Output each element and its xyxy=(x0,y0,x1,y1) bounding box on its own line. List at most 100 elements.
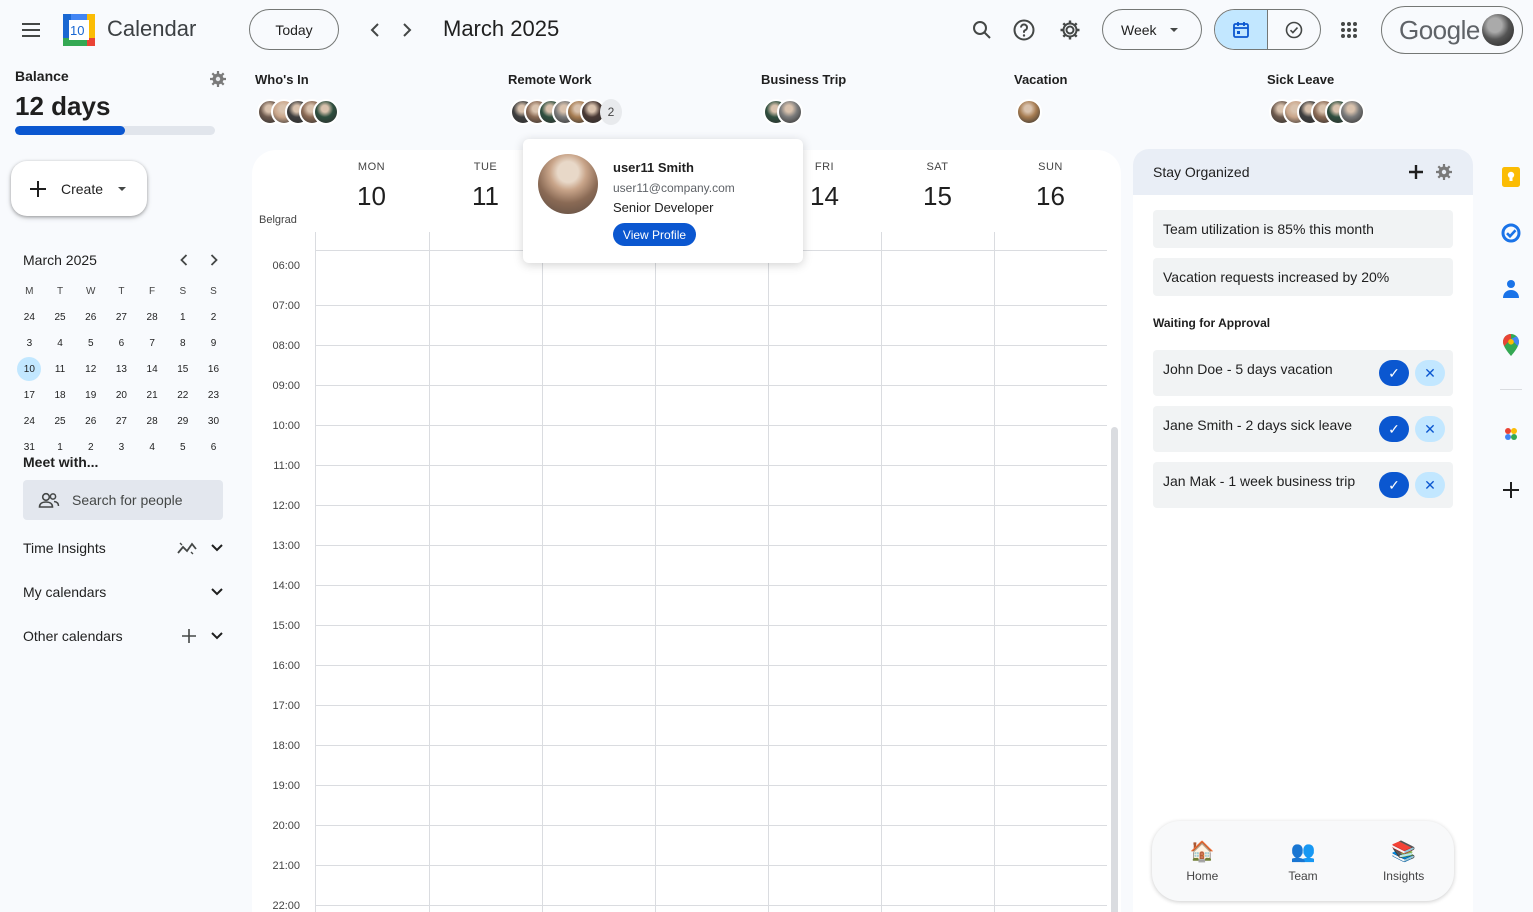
balance-label: Balance xyxy=(15,68,69,84)
nav-team[interactable]: 👥 Team xyxy=(1268,839,1338,883)
mini-calendar-day[interactable]: 12 xyxy=(75,356,106,382)
mini-calendar-day-number: 25 xyxy=(54,311,66,323)
settings-button[interactable] xyxy=(1050,10,1090,50)
search-people-input[interactable]: Search for people xyxy=(23,480,223,520)
mini-calendar-day[interactable]: 10 xyxy=(14,356,45,382)
mini-calendar-day[interactable]: 26 xyxy=(75,408,106,434)
mini-calendar-day[interactable]: 17 xyxy=(14,382,45,408)
mini-calendar-day[interactable]: 14 xyxy=(137,356,168,382)
apps-button[interactable] xyxy=(1329,10,1369,50)
mini-calendar-day-number: 26 xyxy=(85,311,97,323)
chevron-down-icon xyxy=(211,544,223,552)
mini-calendar-day[interactable]: 29 xyxy=(167,408,198,434)
mini-calendar-day[interactable]: 5 xyxy=(167,434,198,460)
my-calendars-row[interactable]: My calendars xyxy=(23,584,223,600)
mini-calendar-day-number: 14 xyxy=(146,363,158,375)
mini-calendar-day[interactable]: 16 xyxy=(198,356,229,382)
mini-calendar-day[interactable]: 27 xyxy=(106,304,137,330)
mini-calendar-day[interactable]: 4 xyxy=(45,330,76,356)
mini-calendar-day[interactable]: 8 xyxy=(167,330,198,356)
mini-calendar-day[interactable]: 15 xyxy=(167,356,198,382)
avatar[interactable] xyxy=(1016,99,1042,125)
avatar-stack[interactable] xyxy=(761,99,846,125)
mini-calendar-day[interactable]: 13 xyxy=(106,356,137,382)
mini-calendar-day[interactable]: 4 xyxy=(137,434,168,460)
mini-calendar-day[interactable]: 19 xyxy=(75,382,106,408)
mini-calendar-day[interactable]: 28 xyxy=(137,304,168,330)
nav-home[interactable]: 🏠 Home xyxy=(1167,839,1237,883)
avatar[interactable] xyxy=(1339,99,1365,125)
create-button[interactable]: Create xyxy=(11,161,147,216)
mini-calendar-day[interactable]: 11 xyxy=(45,356,76,382)
addon-app-button[interactable] xyxy=(1500,423,1522,445)
mini-calendar-day[interactable]: 2 xyxy=(198,304,229,330)
profile-role: Senior Developer xyxy=(613,200,714,215)
reject-button[interactable]: ✕ xyxy=(1415,360,1445,386)
mini-calendar-day[interactable]: 6 xyxy=(198,434,229,460)
mini-calendar-day[interactable]: 20 xyxy=(106,382,137,408)
avatar-stack[interactable] xyxy=(1014,99,1067,125)
maps-app-button[interactable] xyxy=(1500,334,1522,356)
more-people-badge[interactable]: 2 xyxy=(600,99,622,125)
gear-icon xyxy=(210,71,226,87)
next-week-button[interactable] xyxy=(387,10,427,50)
avatar[interactable] xyxy=(313,99,339,125)
reject-button[interactable]: ✕ xyxy=(1415,416,1445,442)
account-button[interactable]: Google xyxy=(1381,6,1523,54)
mini-calendar-day[interactable]: 27 xyxy=(106,408,137,434)
avatar-stack[interactable]: 2 xyxy=(508,99,622,125)
mini-calendar-day[interactable]: 25 xyxy=(45,304,76,330)
add-calendar-icon[interactable] xyxy=(181,628,197,644)
nav-insights[interactable]: 📚 Insights xyxy=(1369,839,1439,883)
mini-calendar-day[interactable]: 24 xyxy=(14,304,45,330)
reject-button[interactable]: ✕ xyxy=(1415,472,1445,498)
view-selector[interactable]: Week xyxy=(1102,9,1202,50)
calendar-view-toggle[interactable] xyxy=(1215,10,1268,49)
mini-calendar-day[interactable]: 6 xyxy=(106,330,137,356)
mini-calendar-day-number: 11 xyxy=(54,363,66,375)
day-header[interactable]: MON 10 xyxy=(315,150,428,212)
mini-calendar-day[interactable]: 22 xyxy=(167,382,198,408)
mini-calendar-day[interactable]: 23 xyxy=(198,382,229,408)
plus-icon xyxy=(30,180,46,197)
calendar-scrollbar[interactable] xyxy=(1111,427,1118,912)
get-addons-button[interactable] xyxy=(1500,479,1522,501)
mini-calendar-day[interactable]: 30 xyxy=(198,408,229,434)
balance-settings-button[interactable] xyxy=(209,70,227,88)
day-header[interactable]: SAT 15 xyxy=(881,150,994,212)
other-calendars-row[interactable]: Other calendars xyxy=(23,628,223,644)
mini-calendar-day[interactable]: 3 xyxy=(14,330,45,356)
mini-calendar-day[interactable]: 24 xyxy=(14,408,45,434)
approve-button[interactable]: ✓ xyxy=(1379,360,1409,386)
approve-button[interactable]: ✓ xyxy=(1379,472,1409,498)
tasks-app-button[interactable] xyxy=(1500,222,1522,244)
mini-calendar-day[interactable]: 7 xyxy=(137,330,168,356)
avatar-stack[interactable] xyxy=(255,99,339,125)
help-button[interactable] xyxy=(1004,10,1044,50)
plus-icon[interactable] xyxy=(1409,165,1423,179)
mini-calendar-day[interactable]: 28 xyxy=(137,408,168,434)
mini-calendar-day[interactable]: 9 xyxy=(198,330,229,356)
time-insights-row[interactable]: Time Insights xyxy=(23,540,223,556)
keep-app-button[interactable] xyxy=(1500,166,1522,188)
main-menu-button[interactable] xyxy=(11,10,51,50)
mini-calendar-day[interactable]: 25 xyxy=(45,408,76,434)
mini-calendar-next-button[interactable] xyxy=(194,240,234,280)
avatar-stack[interactable] xyxy=(1267,99,1365,125)
mini-calendar-day[interactable]: 3 xyxy=(106,434,137,460)
view-profile-button[interactable]: View Profile xyxy=(613,223,696,246)
mini-calendar-day[interactable]: 18 xyxy=(45,382,76,408)
gear-icon[interactable] xyxy=(1435,163,1453,181)
tasks-view-toggle[interactable] xyxy=(1268,10,1321,49)
search-button[interactable] xyxy=(962,10,1002,50)
mini-calendar-day[interactable]: 21 xyxy=(137,382,168,408)
mini-calendar-day[interactable]: 26 xyxy=(75,304,106,330)
mini-calendar-day[interactable]: 1 xyxy=(167,304,198,330)
day-column-divider xyxy=(994,232,995,912)
contacts-app-button[interactable] xyxy=(1500,278,1522,300)
mini-calendar-day[interactable]: 5 xyxy=(75,330,106,356)
day-header[interactable]: SUN 16 xyxy=(994,150,1107,212)
today-button[interactable]: Today xyxy=(249,9,339,50)
approve-button[interactable]: ✓ xyxy=(1379,416,1409,442)
avatar[interactable] xyxy=(777,99,803,125)
